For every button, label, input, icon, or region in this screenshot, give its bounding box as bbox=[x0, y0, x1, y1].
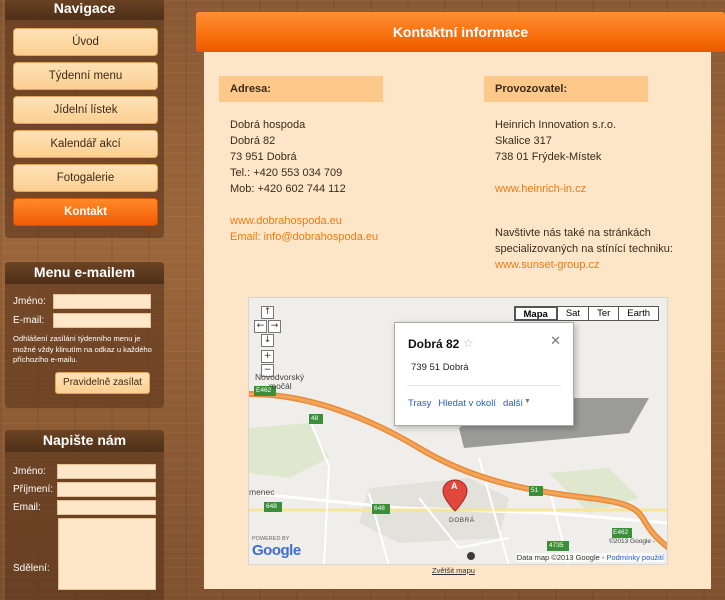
contact-form-title: Napište nám bbox=[5, 430, 164, 452]
google-wordmark: Google bbox=[252, 542, 301, 559]
email-menu-name-label: Jméno: bbox=[13, 296, 46, 307]
contact-email-label: Email: bbox=[13, 502, 41, 513]
nav-item-fotogalerie[interactable]: Fotogalerie bbox=[13, 164, 158, 192]
contact-email-input[interactable] bbox=[57, 500, 156, 515]
contact-name-label: Jméno: bbox=[13, 466, 46, 477]
attribution-text: Data map ©2013 Google - bbox=[516, 553, 605, 562]
map-type-switcher: Mapa Sat Ter Earth bbox=[513, 306, 659, 321]
map-village-label-2: menec bbox=[249, 487, 275, 497]
bubble-title: Dobrá 82 bbox=[408, 337, 460, 351]
navigation-panel: Navigace Úvod Týdenní menu Jídelní líste… bbox=[5, 0, 164, 238]
pan-left-icon[interactable]: ← bbox=[254, 320, 267, 333]
address-name: Dobrá hospoda bbox=[230, 119, 306, 131]
email-menu-note: Odhlášení zasílání týdenního menu je mož… bbox=[13, 334, 152, 364]
road-e462-badge: E462 bbox=[256, 387, 272, 394]
google-map[interactable]: ↑ ← → ↓ + − Mapa Sat Ter Earth Novodvors… bbox=[248, 297, 668, 565]
contact-form-panel: Napište nám Jméno: Příjmení: Email: Sděl… bbox=[5, 430, 164, 600]
road-648-badge: 648 bbox=[266, 503, 277, 510]
contact-message-textarea[interactable] bbox=[58, 518, 156, 590]
chevron-down-icon[interactable]: ▼ bbox=[524, 398, 531, 409]
map-info-bubble: Dobrá 82 ☆ ✕ 739 51 Dobrá Trasy Hledat v… bbox=[394, 322, 574, 426]
bubble-divider bbox=[407, 385, 561, 386]
nav-item-kalendar-akci[interactable]: Kalendář akcí bbox=[13, 130, 158, 158]
address-street: Dobrá 82 bbox=[230, 135, 276, 147]
contact-message-label: Sdělení: bbox=[13, 563, 50, 574]
address-tel: Tel.: +420 553 034 709 bbox=[230, 167, 343, 179]
address-email-link[interactable]: Email: info@dobrahospoda.eu bbox=[230, 229, 459, 245]
road-48-badge: 48 bbox=[311, 415, 319, 422]
bubble-link-trasy[interactable]: Trasy bbox=[408, 398, 431, 409]
pan-up-icon[interactable]: ↑ bbox=[261, 306, 274, 319]
map-place-label-2: močál bbox=[269, 381, 292, 391]
contact-name-input[interactable] bbox=[57, 464, 156, 479]
operator-visit-link[interactable]: www.sunset-group.cz bbox=[495, 257, 709, 273]
email-menu-panel: Menu e-mailem Jméno: E-mail: Odhlášení z… bbox=[5, 262, 164, 408]
main-content: Kontaktní informace Adresa: Dobrá hospod… bbox=[196, 12, 725, 589]
address-title: Adresa: bbox=[219, 76, 383, 102]
map-type-ter[interactable]: Ter bbox=[588, 306, 620, 321]
nav-item-jidelni-listek[interactable]: Jídelní lístek bbox=[13, 96, 158, 124]
email-menu-title: Menu e-mailem bbox=[5, 262, 164, 284]
subscribe-button[interactable]: Pravidelně zasílat bbox=[55, 371, 150, 394]
nav-item-uvod[interactable]: Úvod bbox=[13, 28, 158, 56]
road-e462-badge-2: E462 bbox=[613, 529, 629, 536]
map-type-mapa[interactable]: Mapa bbox=[513, 306, 558, 321]
map-type-earth[interactable]: Earth bbox=[618, 306, 659, 321]
bubble-link-dalsi[interactable]: další bbox=[503, 398, 523, 409]
contact-surname-input[interactable] bbox=[57, 482, 156, 497]
bubble-links: Trasy Hledat v okolí další ▼ bbox=[408, 398, 531, 409]
road-648-badge-2: 648 bbox=[374, 505, 385, 512]
address-section: Adresa: Dobrá hospoda Dobrá 82 73 951 Do… bbox=[219, 76, 459, 245]
google-logo[interactable]: POWERED BY Google bbox=[252, 536, 301, 559]
address-city: 73 951 Dobrá bbox=[230, 151, 297, 163]
operator-section: Provozovatel: Heinrich Innovation s.r.o.… bbox=[484, 76, 709, 273]
email-menu-email-input[interactable] bbox=[53, 313, 151, 328]
map-marker-icon[interactable]: A bbox=[451, 481, 458, 491]
operator-street: Skalice 317 bbox=[495, 135, 552, 147]
operator-company: Heinrich Innovation s.r.o. bbox=[495, 119, 617, 131]
bubble-address: 739 51 Dobrá bbox=[411, 362, 469, 373]
star-icon[interactable]: ☆ bbox=[463, 336, 474, 350]
address-web-link[interactable]: www.dobrahospoda.eu bbox=[230, 213, 459, 229]
bubble-link-hledat[interactable]: Hledat v okolí bbox=[438, 398, 496, 409]
address-mob: Mob: +420 602 744 112 bbox=[230, 183, 346, 195]
page-title: Kontaktní informace bbox=[196, 12, 725, 52]
road-4735-badge: 4735 bbox=[549, 542, 564, 549]
nav-list: Úvod Týdenní menu Jídelní lístek Kalendá… bbox=[5, 20, 164, 226]
enlarge-map-link[interactable]: Zvětšit mapu bbox=[432, 566, 475, 575]
map-village-label: DOBRÁ bbox=[449, 517, 475, 524]
email-menu-email-label: E-mail: bbox=[13, 315, 45, 326]
road-51-badge: 51 bbox=[531, 487, 539, 494]
navigation-title: Navigace bbox=[5, 0, 164, 20]
operator-web-link[interactable]: www.heinrich-in.cz bbox=[495, 181, 709, 197]
zoom-in-icon[interactable]: + bbox=[261, 350, 274, 363]
email-menu-name-input[interactable] bbox=[53, 294, 151, 309]
map-attribution: Data map ©2013 Google - Podmínky použití bbox=[516, 553, 664, 562]
pan-down-icon[interactable]: ↓ bbox=[261, 334, 274, 347]
map-type-sat[interactable]: Sat bbox=[556, 306, 590, 321]
contact-surname-label: Příjmení: bbox=[13, 484, 54, 495]
terms-link[interactable]: Podmínky použití bbox=[606, 553, 664, 562]
operator-city: 738 01 Frýdek-Místek bbox=[495, 151, 602, 163]
operator-visit-line1: Navštivte nás také na stránkách bbox=[495, 227, 651, 239]
operator-visit-line2: specializovaných na stínící techniku: bbox=[495, 243, 673, 255]
map-copyright: ©2013 Google - bbox=[609, 538, 655, 545]
close-icon[interactable]: ✕ bbox=[550, 333, 561, 349]
pan-right-icon[interactable]: → bbox=[268, 320, 281, 333]
operator-title: Provozovatel: bbox=[484, 76, 648, 102]
nav-item-tydenni-menu[interactable]: Týdenní menu bbox=[13, 62, 158, 90]
nav-item-kontakt[interactable]: Kontakt bbox=[13, 198, 158, 226]
